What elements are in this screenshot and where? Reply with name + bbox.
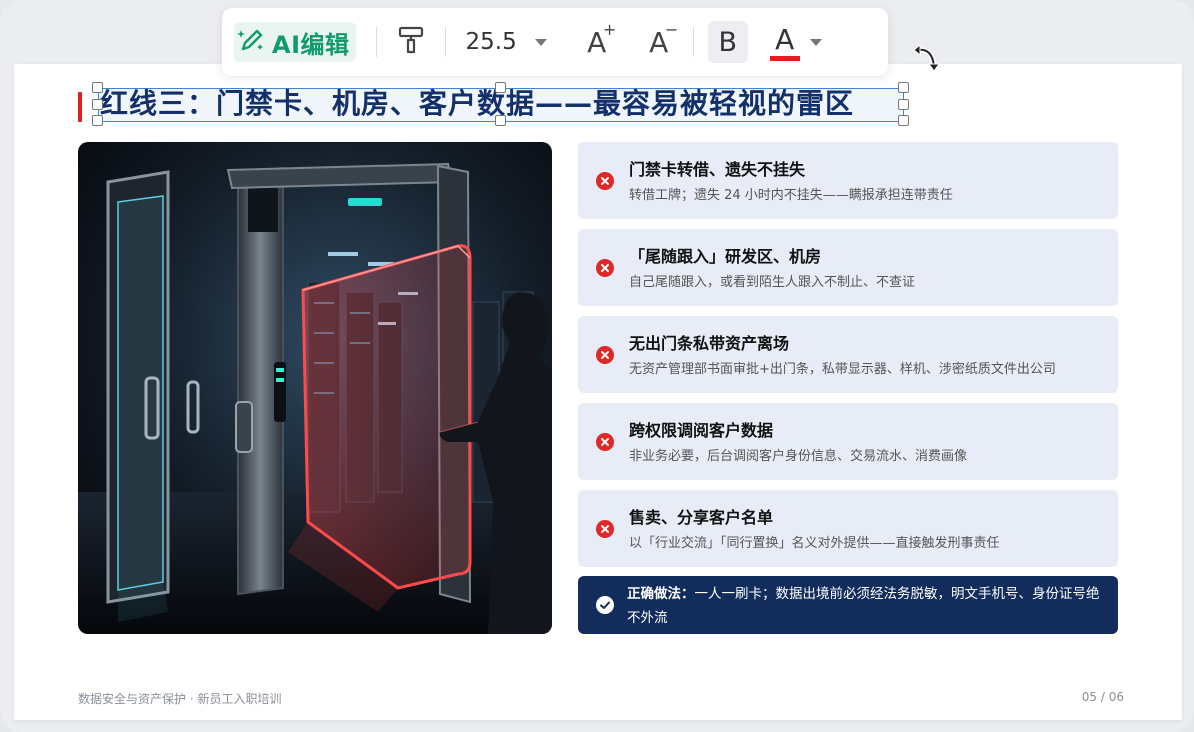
violation-title: 门禁卡转借、遗失不挂失 — [629, 160, 806, 179]
chevron-down-icon — [534, 38, 547, 46]
slide-footer-title: 数据安全与资产保护 · 新员工入职培训 — [78, 692, 282, 706]
violation-card: 无出门条私带资产离场 无资产管理部书面审批+出门条，私带显示器、样机、涉密纸质文… — [578, 316, 1118, 393]
font-size-value: 25.5 — [465, 29, 517, 55]
error-x-icon — [596, 520, 614, 542]
increase-font-button[interactable]: A + — [577, 19, 617, 62]
decrease-font-button[interactable]: A − — [639, 19, 679, 62]
text-format-toolbar: AI编辑 25.5 A + A − B A — [222, 8, 888, 76]
violation-desc: 无资产管理部书面审批+出门条，私带显示器、样机、涉密纸质文件出公司 — [629, 362, 1056, 377]
correct-practice-label: 正确做法： — [627, 586, 695, 602]
font-size-dropdown[interactable]: 25.5 — [460, 29, 555, 55]
violation-desc: 自己尾随跟入，或看到陌生人跟入不制止、不查证 — [629, 275, 916, 290]
toolbar-divider — [375, 27, 377, 57]
ai-edit-button[interactable]: AI编辑 — [234, 22, 356, 62]
text-color-button[interactable]: A — [769, 23, 822, 61]
resize-handle-top[interactable] — [495, 82, 506, 93]
bold-button[interactable]: B — [707, 21, 748, 63]
correct-practice-box: 正确做法：一人一刷卡；数据出境前必须经法务脱敏，明文手机号、身份证号绝不外流 — [578, 576, 1118, 634]
violation-title: 售卖、分享客户名单 — [629, 508, 774, 527]
format-painter-button[interactable] — [391, 22, 431, 62]
violation-card: 门禁卡转借、遗失不挂失 转借工牌；遗失 24 小时内不挂失——瞒报承担连带责任 — [578, 142, 1118, 219]
resize-handle-left[interactable] — [92, 99, 103, 110]
violation-title: 跨权限调阅客户数据 — [629, 421, 774, 440]
violation-card: 跨权限调阅客户数据 非业务必要，后台调阅客户身份信息、交易流水、消费画像 — [578, 403, 1118, 480]
decrease-font-icon: A − — [649, 19, 679, 59]
violation-title: 「尾随跟入」研发区、机房 — [629, 247, 822, 266]
error-x-icon — [596, 172, 614, 194]
correct-practice-text: 正确做法：一人一刷卡；数据出境前必须经法务脱敏，明文手机号、身份证号绝不外流 — [627, 582, 1107, 630]
slide-title[interactable]: 红线三：门禁卡、机房、客户数据——最容易被轻视的雷区 — [100, 84, 854, 120]
ai-edit-label: AI编辑 — [272, 30, 350, 59]
resize-handle-bottom-left[interactable] — [92, 115, 103, 126]
resize-handle-bottom-right[interactable] — [898, 115, 909, 126]
text-color-icon: A — [769, 23, 800, 61]
chevron-down-icon — [809, 38, 822, 46]
resize-handle-top-left[interactable] — [92, 82, 103, 93]
violation-desc: 转借工牌；遗失 24 小时内不挂失——瞒报承担连带责任 — [629, 188, 953, 203]
resize-handle-bottom[interactable] — [495, 115, 506, 126]
violation-desc: 非业务必要，后台调阅客户身份信息、交易流水、消费画像 — [629, 449, 968, 464]
text-color-swatch — [769, 56, 800, 61]
format-painter-icon — [397, 25, 425, 59]
violation-desc: 以「行业交流」「同行置换」名义对外提供——直接触发刑事责任 — [629, 536, 1000, 551]
correct-practice-body: 一人一刷卡；数据出境前必须经法务脱敏，明文手机号、身份证号绝不外流 — [627, 586, 1100, 626]
security-gate-illustration[interactable] — [78, 142, 552, 634]
title-accent-bar — [78, 92, 82, 122]
resize-handle-right[interactable] — [898, 99, 909, 110]
error-x-icon — [596, 346, 614, 368]
violation-card: 售卖、分享客户名单 以「行业交流」「同行置换」名义对外提供——直接触发刑事责任 — [578, 490, 1118, 567]
check-circle-icon — [596, 596, 614, 618]
toolbar-divider — [444, 27, 446, 57]
ai-pen-sparkle-icon — [236, 24, 268, 60]
error-x-icon — [596, 433, 614, 455]
resize-handle-top-right[interactable] — [898, 82, 909, 93]
violation-card: 「尾随跟入」研发区、机房 自己尾随跟入，或看到陌生人跟入不制止、不查证 — [578, 229, 1118, 306]
violation-title: 无出门条私带资产离场 — [629, 334, 790, 353]
page-number: 05 / 06 — [1081, 690, 1124, 704]
rotate-handle-icon[interactable] — [910, 40, 946, 80]
increase-font-icon: A + — [587, 19, 617, 59]
error-x-icon — [596, 259, 614, 281]
toolbar-divider — [692, 27, 694, 57]
